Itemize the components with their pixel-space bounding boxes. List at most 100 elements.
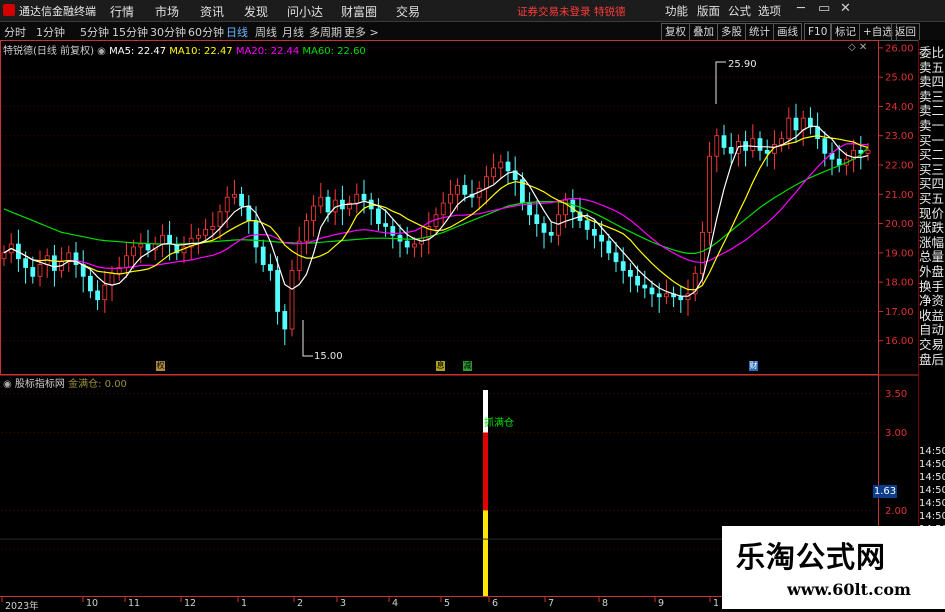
price-tick-label: 19.00 [885,248,914,259]
quote-panel-item[interactable]: 换手 [919,280,944,293]
quote-panel-item[interactable]: 买二 [919,148,944,161]
tab-30min[interactable]: 30分钟 [150,24,186,40]
f10-button[interactable]: F10 [804,23,832,41]
multi-stock-button[interactable]: 多股 [717,23,746,41]
quote-panel-item[interactable]: 卖四 [919,75,944,88]
quote-panel-item[interactable]: 交易 [919,338,944,351]
quote-panel-item[interactable]: 现价 [919,207,944,220]
marker-finance[interactable]: 财 [749,361,758,371]
restore-icon[interactable]: ▭ [818,1,830,16]
candle-body [88,275,93,292]
date-axis-label: 2 [297,598,304,609]
tab-daily[interactable]: 日线 [226,24,248,40]
quote-panel-item[interactable]: 买四 [919,177,944,190]
quote-panel-item[interactable]: 卖五 [919,61,944,74]
mark-button[interactable]: 标记 [831,23,860,41]
login-status[interactable]: 证券交易未登录 [517,4,591,19]
candle-body [289,270,295,330]
stats-button[interactable]: 统计 [745,23,774,41]
menu-item-ask[interactable]: 问小达 [287,3,323,20]
tab-multi-period[interactable]: 多周期 [309,24,342,40]
date-axis-label: 1 [241,598,248,609]
marker-dividend[interactable]: 息 [436,361,445,371]
tab-weekly[interactable]: 周线 [255,24,277,40]
quote-panel-time: 14:50 [919,498,945,509]
candle-body [484,176,489,189]
candle-body [786,117,792,140]
menu-item-trade[interactable]: 交易 [396,3,420,20]
candle-body [239,193,244,207]
candle-body [656,293,662,298]
tab-1min[interactable]: 1分钟 [36,24,65,40]
candle-body [124,255,129,268]
menu-item-markets[interactable]: 市场 [155,3,179,20]
marker-reduce[interactable]: 减 [463,361,472,371]
candle-body [728,147,734,154]
marker-rights[interactable]: 权 [156,361,165,371]
quote-panel-item[interactable]: 收益 [919,309,944,322]
candle-body [138,243,144,248]
quote-panel-item[interactable]: 委比 [919,46,944,59]
menu-item-discover[interactable]: 发现 [244,3,268,20]
close-icon[interactable]: ✕ [840,1,851,16]
candle-body [599,234,604,242]
candle-body [23,258,28,268]
quote-panel-item[interactable]: 买五 [919,192,944,205]
menu-item-news[interactable]: 资讯 [200,3,224,20]
quote-panel-item[interactable]: 自动 [919,323,944,336]
quote-panel-time: 14:50 [919,459,945,470]
menu-item-layout[interactable]: 版面 [697,3,720,19]
quote-panel-item[interactable]: 盘后 [919,353,944,366]
watermark-title: 乐淘公式网 [736,540,887,574]
quote-panel-item[interactable]: 卖一 [919,119,944,132]
indicator-toggle-icon[interactable]: ◉ [3,379,12,390]
candle-body [196,234,201,239]
candle-body [498,161,504,169]
tab-5min[interactable]: 5分钟 [80,24,109,40]
price-tick-label: 26.00 [885,43,914,54]
chart-settings-icon[interactable]: ◇ ✕ [848,42,867,53]
candle-body [678,296,684,301]
candle-body [649,287,655,295]
draw-button[interactable]: 画线 [773,23,802,41]
quote-panel-time: 14:50 [919,485,945,496]
quote-panel-item[interactable]: 买一 [919,134,944,147]
menu-item-market[interactable]: 行情 [110,3,134,20]
quote-panel-item[interactable]: 外盘 [919,265,944,278]
overlay-button[interactable]: 叠加 [689,23,718,41]
date-axis-label: 3 [340,598,347,609]
tab-intraday[interactable]: 分时 [4,24,26,40]
indicator-tick-label: 3.00 [885,428,907,439]
legend-toggle-icon[interactable]: ◉ [97,46,106,57]
menu-item-formula[interactable]: 公式 [728,3,751,19]
quote-panel-item[interactable]: 卖二 [919,104,944,117]
candle-body [30,267,36,277]
menu-item-options[interactable]: 选项 [758,3,781,19]
price-tick-label: 17.00 [885,307,914,318]
candle-body [412,243,417,248]
tab-monthly[interactable]: 月线 [282,24,304,40]
menu-item-wealth[interactable]: 财富圈 [341,3,377,20]
quote-panel-item[interactable]: 涨幅 [919,236,944,249]
quote-panel-item[interactable]: 买三 [919,163,944,176]
tab-15min[interactable]: 15分钟 [112,24,148,40]
indicator-name[interactable]: 股标指标网 [15,379,65,390]
quote-panel-item[interactable]: 净资 [919,294,944,307]
tab-60min[interactable]: 60分钟 [188,24,224,40]
quote-panel-item[interactable]: 总量 [919,250,944,263]
kline-chart[interactable]: 16.0017.0018.0019.0020.0021.0022.0023.00… [0,40,918,609]
adjust-button[interactable]: 复权 [661,23,690,41]
candle-body [822,138,828,154]
quote-panel-item[interactable]: 卖三 [919,90,944,103]
candle-body [325,196,331,213]
minimize-icon[interactable]: ─ [797,1,805,16]
indicator-legend: ◉ 股标指标网 金满仓: 0.00 [3,375,127,390]
back-button[interactable]: 返回 [891,23,920,41]
candle-body [1,252,7,260]
candle-body [217,211,223,227]
quote-panel-item[interactable]: 涨跌 [919,221,944,234]
candle-body [721,135,727,148]
menu-item-function[interactable]: 功能 [665,3,688,19]
tab-more[interactable]: 更多 > [344,24,379,40]
candle-body [160,234,165,245]
